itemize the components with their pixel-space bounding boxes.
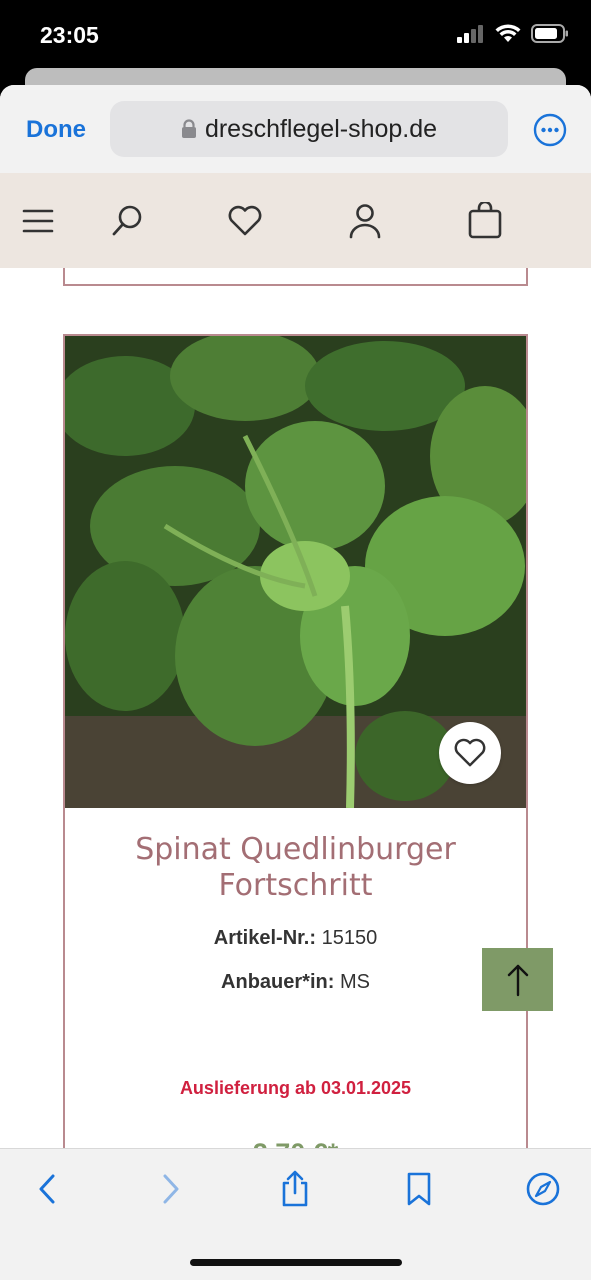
status-icons [457, 24, 569, 43]
done-button[interactable]: Done [26, 116, 86, 144]
lock-icon [181, 119, 196, 138]
bookmarks-icon[interactable] [399, 1169, 439, 1209]
compass-icon[interactable] [523, 1169, 563, 1209]
wishlist-button[interactable] [439, 722, 501, 784]
product-title-line2: Fortschritt [218, 868, 373, 903]
article-label: Artikel-Nr.: [213, 927, 317, 949]
status-bar: 23:05 [0, 0, 591, 70]
cart-icon[interactable] [465, 201, 505, 241]
heart-icon [454, 738, 486, 767]
menu-icon[interactable] [18, 201, 58, 241]
back-icon[interactable] [27, 1169, 67, 1209]
browser-sheet: Done dreschflegel-shop.de Spinat Quedlin… [0, 85, 591, 1280]
account-icon[interactable] [345, 201, 385, 241]
product-price: 2,70 €* [65, 1138, 526, 1148]
status-time: 23:05 [40, 22, 99, 48]
product-title-line1: Spinat Quedlinburger [135, 832, 456, 867]
wifi-icon [495, 24, 521, 42]
arrow-up-icon [507, 964, 528, 996]
grower-value: MS [339, 971, 370, 993]
page-content: Spinat Quedlinburger Fortschritt Artikel… [0, 268, 591, 1148]
url-bar[interactable]: dreschflegel-shop.de [110, 101, 508, 157]
url-text: dreschflegel-shop.de [204, 114, 438, 143]
cellular-signal-icon [457, 24, 483, 43]
article-value: 15150 [321, 927, 378, 949]
product-card[interactable]: Spinat Quedlinburger Fortschritt Artikel… [63, 334, 528, 1148]
search-icon[interactable] [107, 201, 147, 241]
forward-icon[interactable] [151, 1169, 191, 1209]
scroll-to-top-button[interactable] [482, 948, 553, 1011]
grower-label: Anbauer*in: [221, 971, 335, 993]
home-indicator[interactable] [190, 1259, 402, 1266]
browser-top-bar: Done dreschflegel-shop.de [0, 85, 591, 173]
ellipsis-circle-icon[interactable] [533, 113, 567, 147]
site-header [0, 173, 591, 268]
delivery-date: Auslieferung ab 03.01.2025 [179, 1078, 412, 1098]
grower: Anbauer*in: MS [65, 971, 526, 994]
previous-product-card [63, 268, 528, 286]
article-number: Artikel-Nr.: 15150 [65, 927, 526, 950]
battery-icon [531, 24, 568, 43]
share-icon[interactable] [275, 1169, 315, 1209]
heart-icon[interactable] [225, 201, 265, 241]
product-title[interactable]: Spinat Quedlinburger Fortschritt [65, 832, 526, 904]
